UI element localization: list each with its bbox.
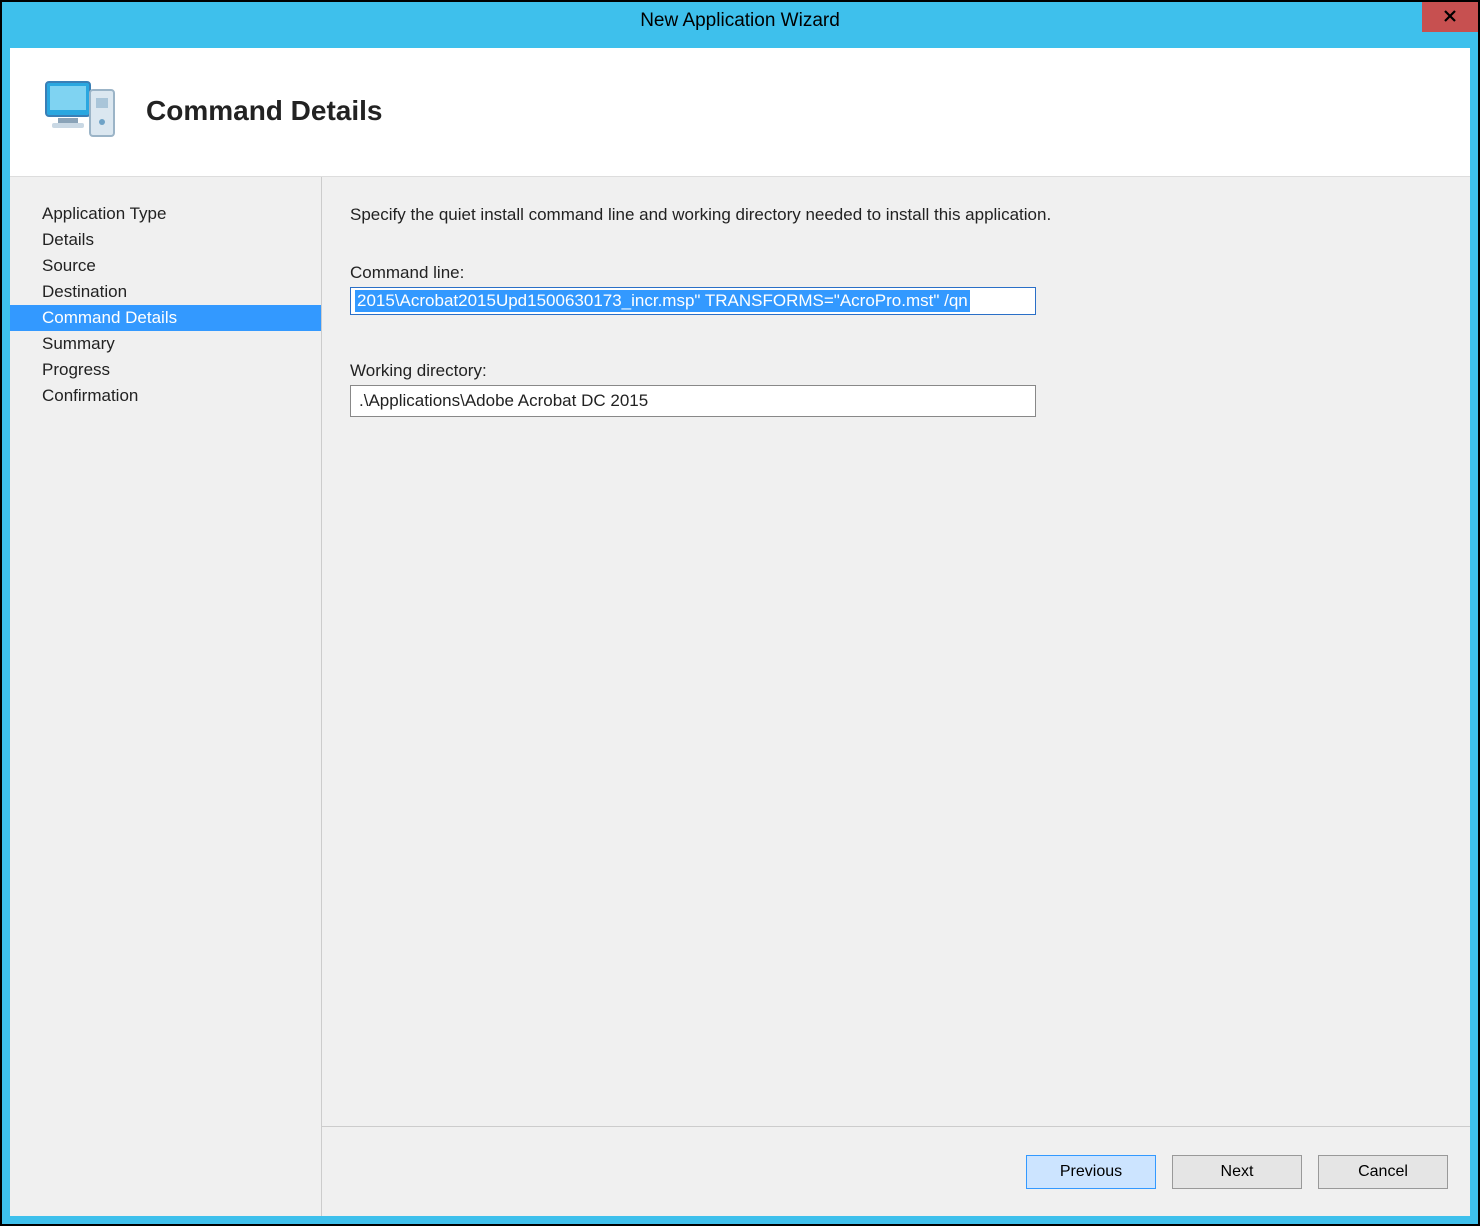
instruction-text: Specify the quiet install command line a… [350, 205, 1436, 225]
sidebar-item-progress[interactable]: Progress [10, 357, 321, 383]
command-line-input[interactable]: 2015\Acrobat2015Upd1500630173_incr.msp" … [350, 287, 1036, 315]
sidebar-item-confirmation[interactable]: Confirmation [10, 383, 321, 409]
main-column: Specify the quiet install command line a… [322, 177, 1470, 1216]
header-banner: Command Details [10, 48, 1470, 177]
window-title: New Application Wizard [640, 10, 840, 32]
cancel-button[interactable]: Cancel [1318, 1155, 1448, 1189]
page-title: Command Details [146, 95, 383, 127]
sidebar-item-destination[interactable]: Destination [10, 279, 321, 305]
titlebar: New Application Wizard [2, 2, 1478, 40]
command-line-label: Command line: [350, 263, 1436, 283]
working-directory-input[interactable] [350, 385, 1036, 417]
sidebar-item-summary[interactable]: Summary [10, 331, 321, 357]
close-button[interactable] [1422, 2, 1478, 32]
sidebar-item-command-details[interactable]: Command Details [10, 305, 321, 331]
command-line-selected-text: 2015\Acrobat2015Upd1500630173_incr.msp" … [355, 290, 970, 312]
sidebar-item-source[interactable]: Source [10, 253, 321, 279]
wizard-steps-sidebar: Application Type Details Source Destinat… [10, 177, 322, 1216]
footer: Previous Next Cancel [322, 1126, 1470, 1216]
previous-button[interactable]: Previous [1026, 1155, 1156, 1189]
wizard-icon [42, 76, 122, 146]
body-area: Application Type Details Source Destinat… [10, 177, 1470, 1216]
wizard-window: New Application Wizard Command Details [0, 0, 1480, 1226]
close-icon [1443, 7, 1457, 28]
working-directory-label: Working directory: [350, 361, 1436, 381]
window-body: Command Details Application Type Details… [2, 40, 1478, 1224]
sidebar-item-application-type[interactable]: Application Type [10, 201, 321, 227]
next-button[interactable]: Next [1172, 1155, 1302, 1189]
main-pane: Specify the quiet install command line a… [322, 177, 1470, 1126]
sidebar-item-details[interactable]: Details [10, 227, 321, 253]
